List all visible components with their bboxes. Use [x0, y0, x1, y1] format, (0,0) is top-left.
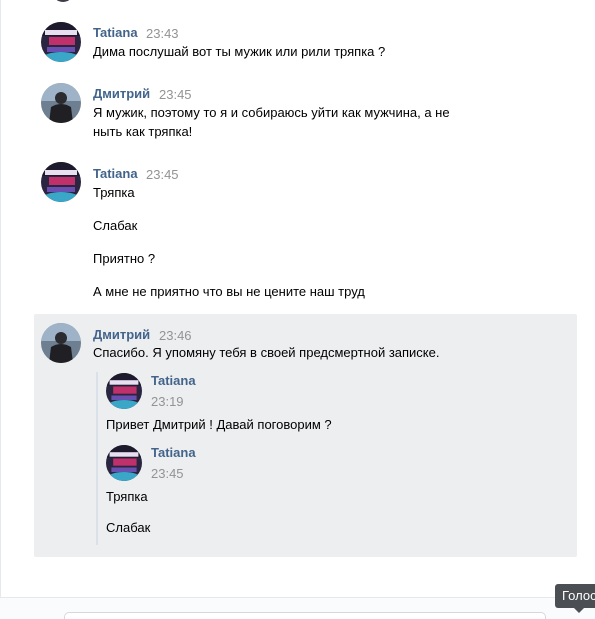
message-item[interactable]: Tatiana 23:43 Дима послушай вот ты мужик… [34, 15, 577, 73]
message-timestamp[interactable]: 23:43 [146, 26, 179, 41]
message-item[interactable]: Tatiana 23:45 Тряпка Слабак Приятно ? А … [34, 151, 577, 311]
message-text: ныть как тряпка! [93, 124, 193, 139]
tatiana-avatar[interactable] [106, 373, 142, 409]
message-input[interactable] [64, 612, 546, 619]
tatiana-avatar[interactable] [41, 162, 81, 202]
tatiana-avatar[interactable] [106, 445, 142, 481]
message-text: Спасибо. Я упомяну тебя в своей предсмер… [93, 345, 440, 360]
forwarded-messages-bar [96, 372, 98, 545]
left-border [0, 0, 1, 619]
tooltip-arrow-icon [574, 608, 584, 613]
dmitry-avatar[interactable] [41, 323, 81, 363]
message-item[interactable]: Дмитрий 23:45 Я мужик, поэтому то я и со… [34, 73, 577, 151]
message-author[interactable]: Tatiana [93, 25, 138, 40]
message-text: Приятно ? [93, 251, 156, 266]
forwarded-timestamp[interactable]: 23:45 [151, 466, 184, 481]
forwarded-text: Слабак [106, 520, 151, 535]
message-timestamp[interactable]: 23:46 [159, 328, 192, 343]
forwarded-author[interactable]: Tatiana [151, 445, 196, 460]
forwarded-author[interactable]: Tatiana [151, 373, 196, 388]
dmitry-avatar[interactable] [41, 83, 81, 123]
forwarded-timestamp[interactable]: 23:19 [151, 394, 184, 409]
message-text: А мне не приятно что вы не цените наш тр… [93, 284, 365, 299]
voice-tooltip-label: Голос [562, 588, 595, 603]
forwarded-text: Привет Дмитрий ! Давай поговорим ? [106, 417, 332, 432]
message-text: Слабак [93, 218, 138, 233]
message-timestamp[interactable]: 23:45 [159, 87, 192, 102]
message-author[interactable]: Дмитрий [93, 86, 150, 101]
message-text: Я мужик, поэтому то я и собираюсь уйти к… [93, 105, 450, 120]
voice-tooltip: Голос [555, 584, 595, 608]
message-text: Дима послушай вот ты мужик или рили тряп… [93, 44, 386, 59]
previous-message-avatar [52, 0, 74, 2]
message-timestamp[interactable]: 23:45 [146, 167, 179, 182]
message-text: Тряпка [93, 185, 135, 200]
message-item-selected[interactable]: Дмитрий 23:46 Спасибо. Я упомяну тебя в … [34, 314, 577, 557]
forwarded-text: Тряпка [106, 489, 148, 504]
message-author[interactable]: Tatiana [93, 166, 138, 181]
tatiana-avatar[interactable] [41, 22, 81, 62]
message-author[interactable]: Дмитрий [93, 327, 150, 342]
